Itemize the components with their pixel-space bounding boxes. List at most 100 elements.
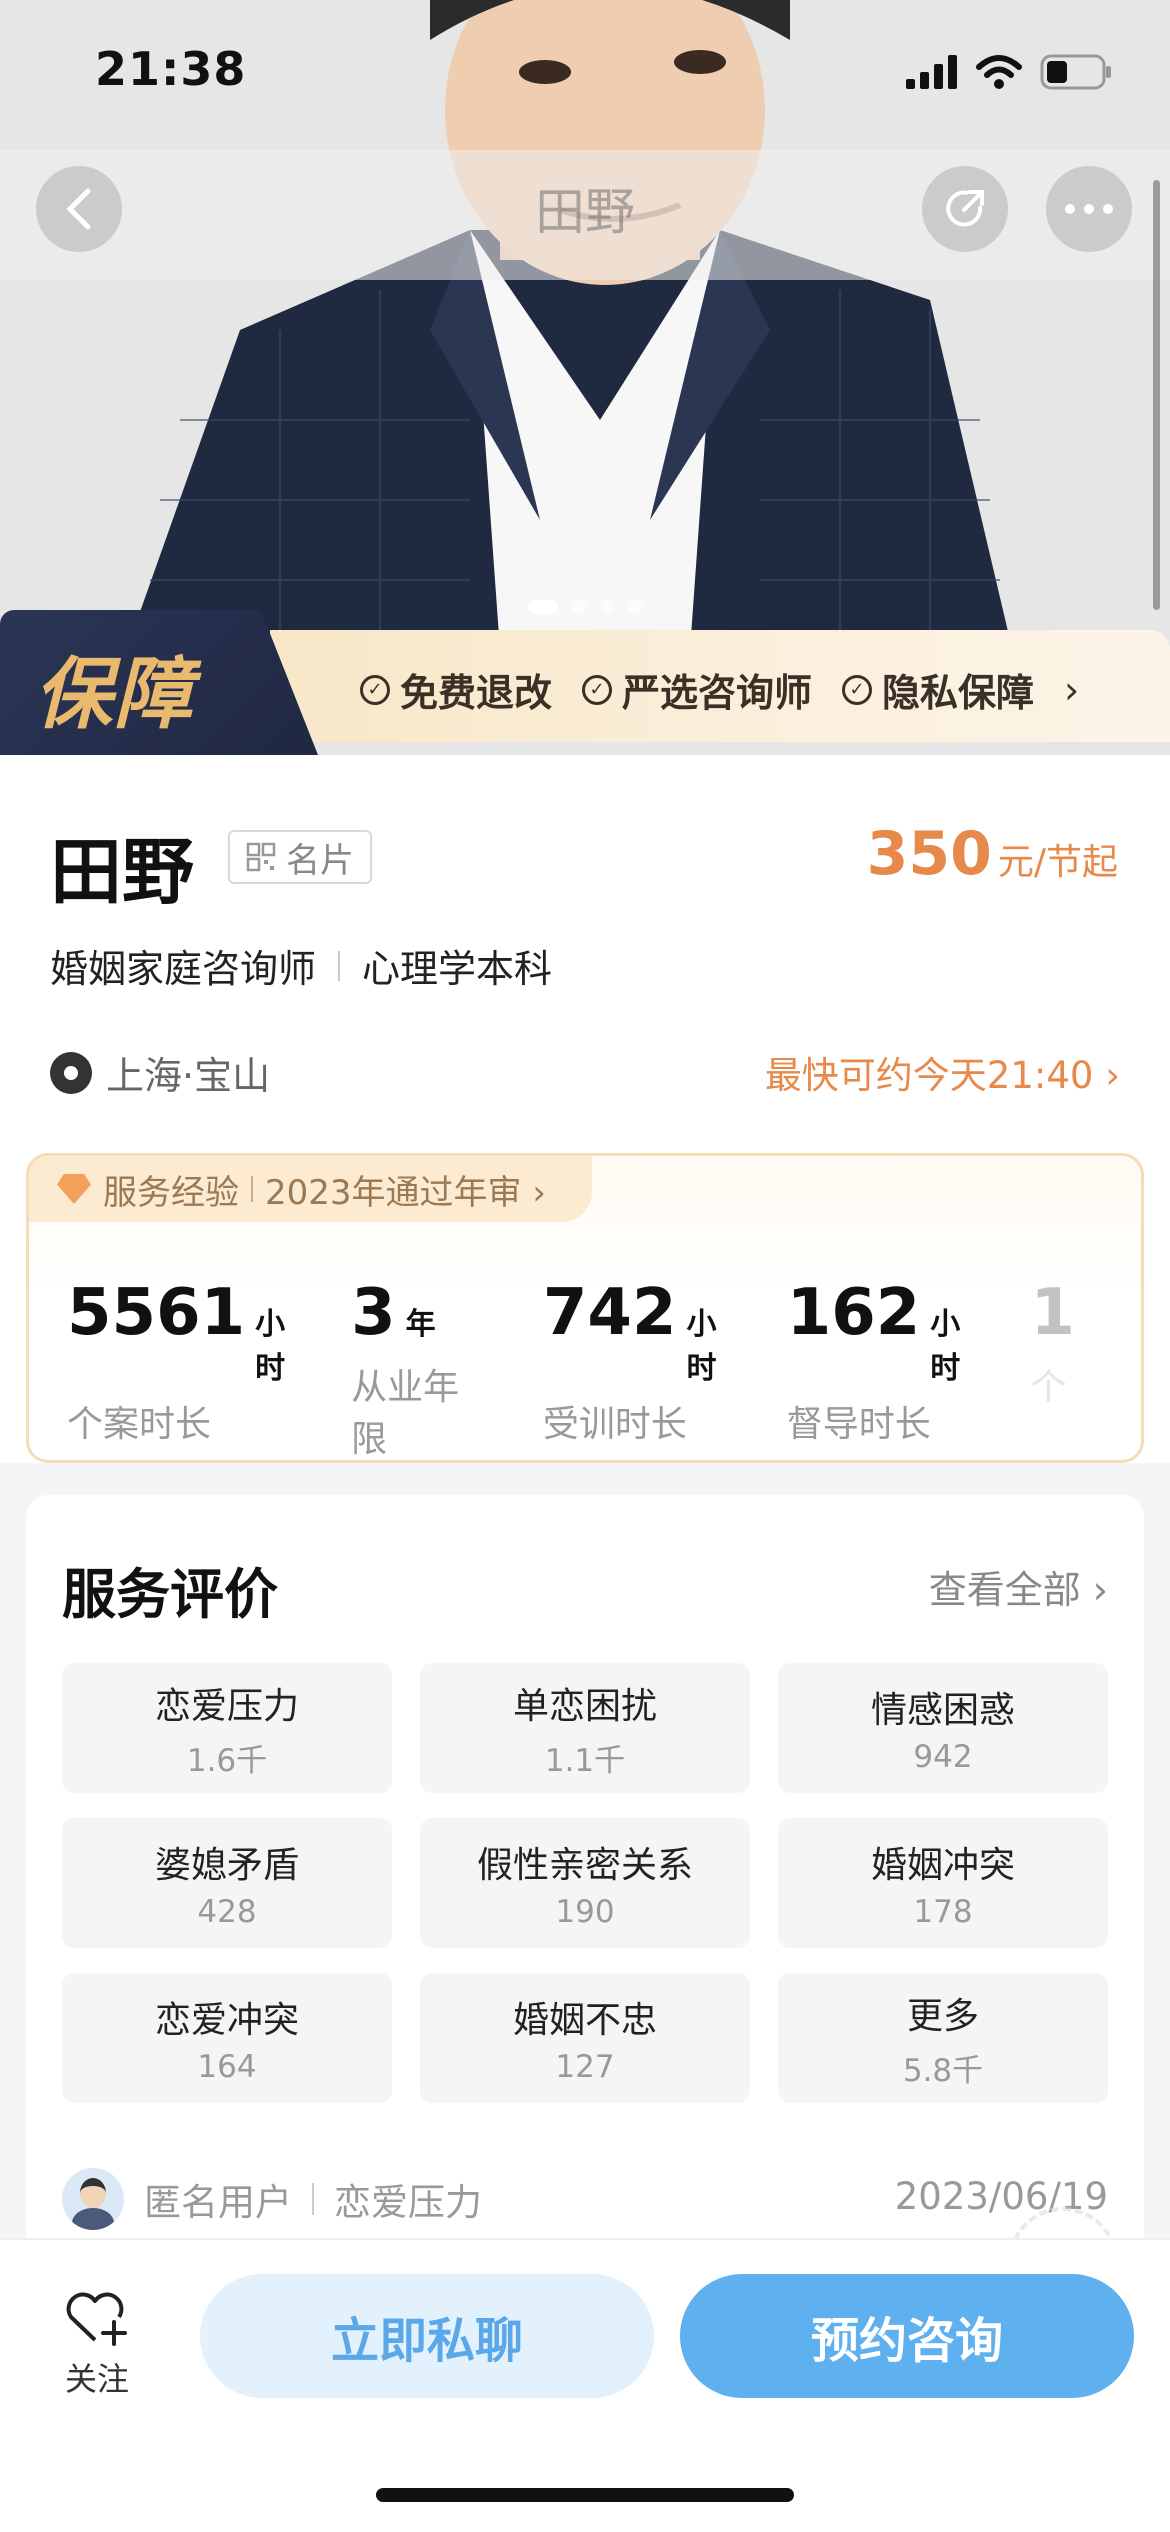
- review-tag[interactable]: 婆媳矛盾 428: [62, 1818, 392, 1948]
- review-tag-count: 1.6千: [186, 1742, 268, 1779]
- divider: [338, 950, 341, 981]
- review-tag-count: 127: [555, 2049, 615, 2085]
- review-tag[interactable]: 恋爱冲突 164: [62, 1973, 392, 2103]
- stat-value: 742: [542, 1276, 677, 1350]
- qualification: 婚姻家庭咨询师: [50, 947, 317, 991]
- stat-unit: 小时: [930, 1307, 961, 1386]
- share-icon: [946, 190, 984, 227]
- signal-icon: [906, 55, 957, 89]
- guarantee-item-label: 隐私保障: [882, 671, 1035, 715]
- review-tag-count: 1.1千: [544, 1742, 626, 1779]
- review-tag-name: 婚姻不忠: [512, 2000, 657, 2041]
- review-tag-name: 更多: [906, 1995, 979, 2037]
- review-topic: 恋爱压力: [334, 2181, 482, 2224]
- consultant-name: 田野: [50, 830, 195, 914]
- review-tag-count: 178: [913, 1894, 973, 1930]
- review-tag[interactable]: 婚姻冲突 178: [778, 1818, 1108, 1948]
- stat-value: 1: [1030, 1276, 1076, 1350]
- more-button[interactable]: [1046, 166, 1132, 252]
- view-all-reviews-link[interactable]: 查看全部 ›: [929, 1559, 1108, 1614]
- review-tag-count: 164: [197, 2049, 257, 2085]
- guarantee-item-label: 严选咨询师: [622, 671, 813, 715]
- check-circle-icon: ✓: [360, 674, 390, 705]
- location: 上海·宝山: [50, 1045, 270, 1100]
- qualification: 心理学本科: [362, 947, 553, 991]
- experience-tag[interactable]: 服务经验 2023年通过年审 ›: [29, 1156, 592, 1222]
- review-tag-name: 假性亲密关系: [476, 1845, 693, 1886]
- review-tag-count: 5.8千: [902, 2052, 984, 2089]
- review-tag-name: 单恋困扰: [512, 1685, 657, 1727]
- diamond-icon: [57, 1174, 91, 1204]
- wifi-icon: [976, 55, 1022, 89]
- review-tag-name: 恋爱压力: [154, 1685, 299, 1727]
- more-icon: [1065, 204, 1113, 214]
- review-tag-count: 428: [197, 1894, 257, 1930]
- guarantee-item: ✓ 免费退改: [360, 662, 552, 717]
- scrollbar[interactable]: [1153, 180, 1160, 610]
- review-tag[interactable]: 单恋困扰 1.1千: [420, 1663, 750, 1793]
- stat-label: 个: [1030, 1367, 1067, 1408]
- check-circle-icon: ✓: [582, 674, 613, 705]
- review-tag[interactable]: 情感困惑 942: [778, 1663, 1108, 1793]
- guarantee-item: ✓ 隐私保障: [842, 662, 1034, 717]
- heart-plus-icon: [66, 2292, 127, 2346]
- earliest-slot-link[interactable]: 最快可约今天21:40 ›: [765, 1045, 1120, 1099]
- stat-item: 742 小时 受训时长: [542, 1276, 721, 1460]
- stat-unit: 年: [405, 1307, 436, 1342]
- review-tag-name: 婆媳矛盾: [154, 1845, 299, 1886]
- reviews-title: 服务评价: [62, 1563, 278, 1626]
- stat-value: 5561: [67, 1276, 246, 1350]
- business-card-label: 名片: [286, 840, 354, 881]
- experience-stats[interactable]: 5561 小时 个案时长 3年 从业年限 742 小时 受训时长 162 小时 督导时…: [67, 1276, 1141, 1460]
- experience-tag-note: 2023年通过年审 ›: [265, 1172, 546, 1213]
- stat-label: 督导时长: [786, 1404, 931, 1445]
- guarantee-title: 保障: [34, 650, 195, 740]
- stat-item: 162 小时 督导时长: [786, 1276, 965, 1460]
- chat-now-button[interactable]: 立即私聊: [200, 2274, 654, 2398]
- guarantee-item-label: 免费退改: [400, 671, 553, 715]
- qualifications: 婚姻家庭咨询师 心理学本科: [50, 938, 552, 993]
- guarantee-item: ✓ 严选咨询师: [582, 662, 812, 717]
- stat-unit: 小时: [686, 1307, 717, 1386]
- guarantee-items: ✓ 免费退改 ✓ 严选咨询师 ✓ 隐私保障 ›: [360, 662, 1079, 717]
- stat-value: 3: [351, 1276, 396, 1350]
- reviews-section: 服务评价 查看全部 › 恋爱压力 1.6千 单恋困扰 1.1千 情感困惑 942 婆媳…: [26, 1495, 1144, 2317]
- review-tag[interactable]: 假性亲密关系 190: [420, 1818, 750, 1948]
- review-tag-more[interactable]: 更多 5.8千: [778, 1973, 1108, 2103]
- guarantee-banner[interactable]: 保障 ✓ 免费退改 ✓ 严选咨询师 ✓ 隐私保障 ›: [0, 610, 1170, 755]
- price: 350 元/节起: [867, 819, 1118, 889]
- stat-label: 受训时长: [542, 1404, 687, 1445]
- chevron-right-icon: ›: [1064, 667, 1080, 712]
- stat-value: 162: [786, 1276, 921, 1350]
- profile-section: 田野 名片 350 元/节起 婚姻家庭咨询师 心理学本科 上海·宝山 最快可约今…: [0, 755, 1170, 1155]
- stat-item: 3年 从业年限: [351, 1276, 477, 1460]
- review-tag-name: 情感困惑: [870, 1690, 1015, 1731]
- battery-icon: [1040, 54, 1111, 90]
- experience-card: 服务经验 2023年通过年审 › 5561 小时 个案时长 3年 从业年限 742…: [26, 1153, 1144, 1463]
- review-tag[interactable]: 恋爱压力 1.6千: [62, 1663, 392, 1793]
- stat-label: 从业年限: [351, 1367, 460, 1460]
- review-author: 匿名用户 恋爱压力: [62, 2168, 482, 2230]
- follow-button[interactable]: 关注: [52, 2290, 142, 2400]
- status-bar: 21:38: [0, 0, 1170, 150]
- review-tag-count: 942: [913, 1739, 973, 1775]
- stat-item: 5561 小时 个案时长: [67, 1276, 286, 1460]
- business-card-button[interactable]: 名片: [228, 830, 372, 884]
- experience-tag-label: 服务经验: [103, 1172, 239, 1213]
- book-consultation-button[interactable]: 预约咨询: [680, 2274, 1134, 2398]
- share-button[interactable]: [922, 166, 1008, 252]
- review-tag-name: 恋爱冲突: [154, 2000, 299, 2041]
- divider: [251, 1176, 253, 1202]
- review-tag-grid: 恋爱压力 1.6千 单恋困扰 1.1千 情感困惑 942 婆媳矛盾 428 假性亲密关系…: [62, 1663, 1108, 2103]
- location-pin-icon: [50, 1051, 92, 1094]
- home-indicator[interactable]: [376, 2488, 794, 2502]
- stat-label: 个案时长: [67, 1404, 212, 1445]
- status-icons: [906, 52, 1112, 92]
- review-tag-name: 婚姻冲突: [870, 1845, 1015, 1886]
- divider: [312, 2183, 314, 2215]
- follow-label: 关注: [64, 2360, 129, 2398]
- stat-unit: 小时: [255, 1307, 286, 1386]
- review-tag[interactable]: 婚姻不忠 127: [420, 1973, 750, 2103]
- price-value: 350: [866, 819, 992, 889]
- price-unit: 元/节起: [997, 842, 1118, 883]
